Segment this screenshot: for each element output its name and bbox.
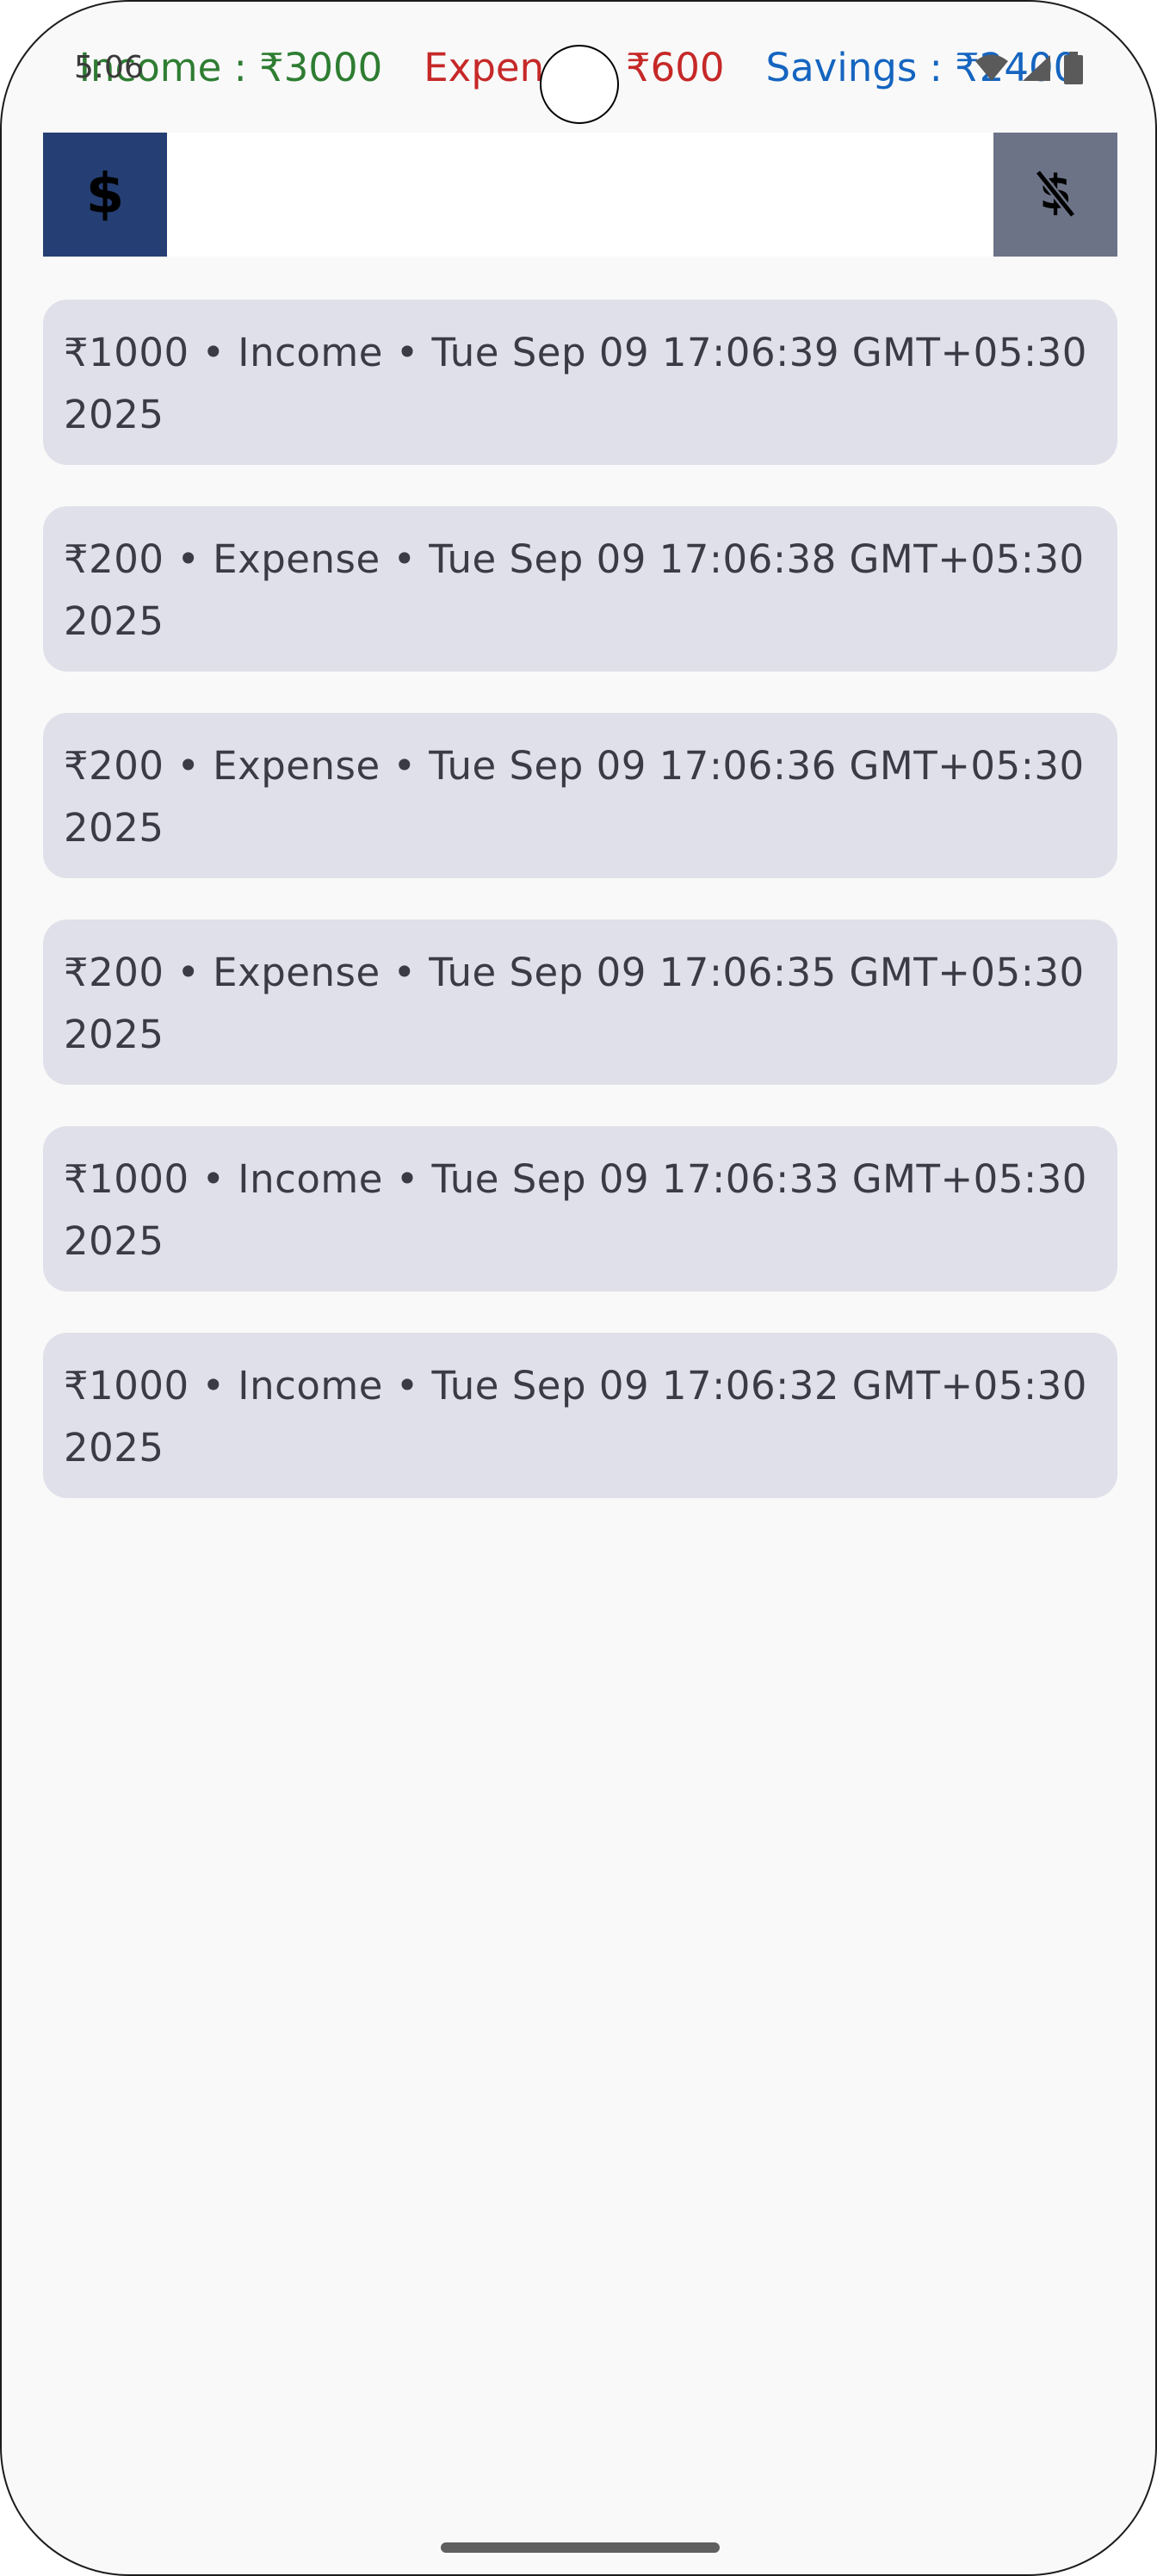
home-indicator[interactable] bbox=[441, 2542, 720, 2553]
transaction-item[interactable]: ₹1000 • Income • Tue Sep 09 17:06:33 GMT… bbox=[43, 1126, 1117, 1291]
action-row: $ $ bbox=[43, 133, 1117, 257]
money-off-icon: $ bbox=[1031, 165, 1080, 224]
signal-icon bbox=[1021, 53, 1052, 83]
status-time: 5:06 bbox=[74, 50, 144, 85]
wifi-icon bbox=[974, 53, 1009, 83]
battery-icon bbox=[1064, 52, 1083, 84]
transaction-item[interactable]: ₹1000 • Income • Tue Sep 09 17:06:39 GMT… bbox=[43, 300, 1117, 465]
transaction-item[interactable]: ₹200 • Expense • Tue Sep 09 17:06:38 GMT… bbox=[43, 506, 1117, 672]
amount-input[interactable] bbox=[167, 133, 993, 257]
add-income-button[interactable]: $ bbox=[43, 133, 167, 257]
transaction-item[interactable]: ₹200 • Expense • Tue Sep 09 17:06:36 GMT… bbox=[43, 713, 1117, 878]
app-screen: 5:06 Income : ₹3000 Expense : ₹600 Savin… bbox=[0, 0, 1157, 2576]
transaction-list: ₹1000 • Income • Tue Sep 09 17:06:39 GMT… bbox=[43, 300, 1117, 1498]
transaction-item[interactable]: ₹1000 • Income • Tue Sep 09 17:06:32 GMT… bbox=[43, 1333, 1117, 1498]
dollar-icon: $ bbox=[85, 163, 125, 226]
transaction-item[interactable]: ₹200 • Expense • Tue Sep 09 17:06:35 GMT… bbox=[43, 920, 1117, 1085]
status-icons bbox=[974, 52, 1083, 84]
add-expense-button[interactable]: $ bbox=[993, 133, 1117, 257]
camera-cutout bbox=[540, 45, 619, 124]
